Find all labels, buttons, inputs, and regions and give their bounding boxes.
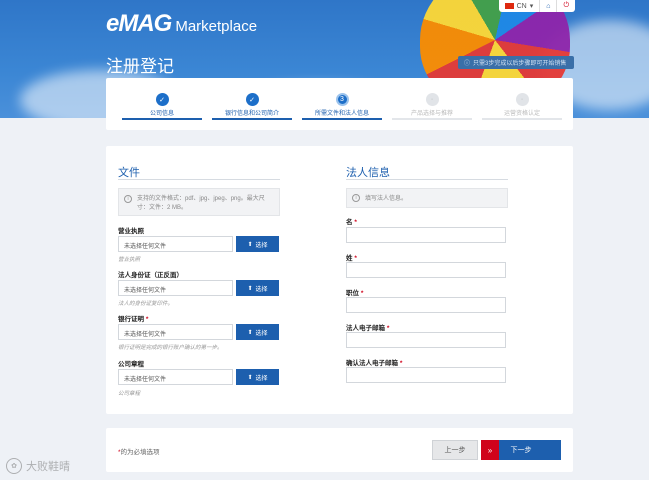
- documents-info: i 支持的文件格式：pdf、jpg、jpeg、png。最大尺寸：文件：2 MB。: [118, 188, 280, 216]
- step-company-info[interactable]: ✓ 公司信息: [122, 78, 202, 130]
- step-qualification: · 运营资格认定: [482, 78, 562, 130]
- bank-proof-select-button[interactable]: ⬆ 选择: [236, 324, 279, 340]
- info-icon: ⓘ: [464, 61, 471, 67]
- business-license-select-button[interactable]: ⬆ 选择: [236, 236, 279, 252]
- legal-info: i 填写法人信息。: [346, 188, 508, 208]
- business-license-input[interactable]: 未选择任何文件: [118, 236, 233, 252]
- first-name-field[interactable]: [346, 227, 506, 243]
- previous-button[interactable]: 上一步: [432, 440, 478, 460]
- business-license-label: 营业执照: [118, 228, 144, 235]
- logout-button[interactable]: ⏻: [557, 0, 575, 12]
- home-icon: ⌂: [546, 2, 551, 10]
- position-field[interactable]: [346, 297, 506, 313]
- id-card-select-button[interactable]: ⬆ 选择: [236, 280, 279, 296]
- language-selector[interactable]: CN ▾: [499, 0, 541, 12]
- watermark-logo-icon: ✿: [6, 458, 22, 474]
- power-icon: ⏻: [563, 2, 569, 9]
- upload-icon: ⬆: [247, 241, 253, 248]
- documents-title: 文件: [118, 167, 140, 179]
- step-products: · 产品选择与推荐: [392, 78, 472, 130]
- upload-icon: ⬆: [247, 285, 253, 292]
- watermark: ✿ 大败鞋晴: [6, 458, 70, 474]
- progress-steps: ✓ 公司信息 ✓ 银行信息和公司简介 3 所需文件和法人信息 · 产品选择与推荐…: [106, 78, 573, 130]
- info-icon: i: [124, 195, 132, 203]
- articles-label: 公司章程: [118, 361, 144, 368]
- bank-proof-input[interactable]: 未选择任何文件: [118, 324, 233, 340]
- legal-email-label: 法人电子邮箱 *: [346, 325, 390, 332]
- legal-title: 法人信息: [346, 167, 390, 179]
- form-footer: *的为必填选项 上一步 » 下一步: [106, 428, 573, 472]
- step-documents[interactable]: 3 所需文件和法人信息: [302, 78, 382, 130]
- last-name-label: 姓 *: [346, 255, 357, 262]
- upload-icon: ⬆: [247, 329, 253, 336]
- double-chevron-right-icon: »: [481, 440, 499, 460]
- check-icon: ✓: [155, 93, 169, 106]
- confirm-email-label: 确认法人电子邮箱 *: [346, 360, 403, 367]
- id-card-input[interactable]: 未选择任何文件: [118, 280, 233, 296]
- required-note: *的为必填选项: [118, 449, 160, 456]
- first-name-label: 名 *: [346, 219, 357, 226]
- page-title: 注册登记: [106, 57, 174, 76]
- step-bank-info[interactable]: ✓ 银行信息和公司简介: [212, 78, 292, 130]
- upload-icon: ⬆: [247, 374, 253, 381]
- next-button[interactable]: » 下一步: [481, 440, 561, 460]
- legal-email-field[interactable]: [346, 332, 506, 348]
- info-notice: ⓘ 只需3步完成以后步骤即可开始销售: [458, 56, 574, 69]
- check-icon: ✓: [245, 93, 259, 106]
- last-name-field[interactable]: [346, 262, 506, 278]
- registration-form: 文件 i 支持的文件格式：pdf、jpg、jpeg、png。最大尺寸：文件：2 …: [106, 146, 573, 414]
- id-card-label: 法人身份证（正反面）: [118, 272, 183, 279]
- top-utility-bar: CN ▾ ⌂ ⏻: [498, 0, 575, 12]
- info-icon: i: [352, 194, 360, 202]
- home-button[interactable]: ⌂: [540, 0, 558, 12]
- position-label: 职位 *: [346, 290, 364, 297]
- articles-input[interactable]: 未选择任何文件: [118, 369, 233, 385]
- confirm-email-field[interactable]: [346, 367, 506, 383]
- chevron-down-icon: ▾: [529, 3, 534, 10]
- articles-select-button[interactable]: ⬆ 选择: [236, 369, 279, 385]
- bank-proof-label: 银行证明 *: [118, 316, 149, 323]
- china-flag-icon: [504, 3, 514, 9]
- emag-logo[interactable]: eMAG Marketplace: [106, 10, 257, 38]
